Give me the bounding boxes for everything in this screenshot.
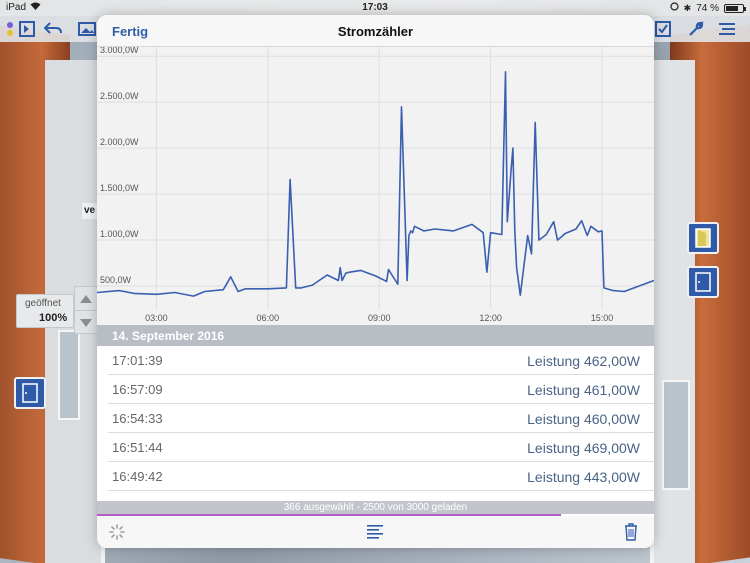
entry-value: Leistung 461,00W [527, 382, 640, 398]
x-tick-label: 09:00 [368, 313, 391, 323]
opened-label: geöffnet [25, 298, 61, 309]
battery-icon [724, 3, 746, 13]
x-tick-label: 15:00 [591, 313, 614, 323]
entry-value: Leistung 469,00W [527, 440, 640, 456]
selection-info: 366 ausgewählt - 2500 von 3000 geladen [97, 501, 654, 514]
window-left [58, 330, 80, 420]
list-item[interactable]: 16:49:42 Leistung 443,00W [108, 462, 654, 491]
y-tick-label: 3.000,0W [100, 47, 139, 55]
y-tick-label: 1.500,0W [100, 183, 139, 193]
y-tick-label: 2.000,0W [100, 137, 139, 147]
entry-value: Leistung 443,00W [527, 469, 640, 485]
trash-icon[interactable] [622, 523, 640, 541]
checkbox-icon[interactable] [652, 18, 674, 40]
opened-value: 100% [39, 312, 68, 324]
clock: 17:03 [362, 2, 388, 13]
x-tick-label: 03:00 [145, 313, 168, 323]
entry-time: 16:49:42 [112, 469, 163, 484]
entry-time: 16:57:09 [112, 382, 163, 397]
chart-svg: 500,0W 1.000,0W 1.500,0W 2.000,0W 2.500,0W 3.… [97, 47, 654, 323]
door-closed-right-icon[interactable] [687, 266, 719, 298]
rotation-lock-icon [670, 2, 679, 14]
entry-time: 16:51:44 [112, 440, 163, 455]
power-meter-modal: Fertig Stromzähler 500,0W 1.000,0W 1.500,0… [97, 15, 654, 548]
modal-title: Stromzähler [337, 24, 414, 39]
opened-stepper[interactable] [74, 286, 98, 334]
entry-time: 16:54:33 [112, 411, 163, 426]
power-series-line [97, 70, 654, 297]
window-right [662, 380, 690, 490]
undo-icon[interactable] [42, 18, 64, 40]
entry-list[interactable]: 17:01:39 Leistung 462,00W 16:57:09 Leistung… [97, 346, 654, 501]
x-tick-label: 12:00 [479, 313, 502, 323]
stepper-down-icon[interactable] [75, 311, 97, 335]
list-format-icon[interactable] [366, 523, 384, 541]
list-item[interactable]: 17:01:39 Leistung 462,00W [108, 346, 654, 375]
wrench-icon[interactable] [685, 18, 707, 40]
door-open-icon[interactable] [687, 222, 719, 254]
x-tick-label: 06:00 [257, 313, 280, 323]
modal-footer [97, 516, 654, 548]
list-item[interactable]: 16:51:44 Leistung 469,00W [108, 433, 654, 462]
battery-percent: 74 % [696, 2, 719, 14]
opened-widget[interactable]: geöffnet 100% [16, 294, 74, 328]
date-section-header: 14. September 2016 [97, 325, 654, 346]
stepper-up-icon[interactable] [75, 287, 97, 311]
modal-header: Fertig Stromzähler [97, 15, 654, 47]
entry-value: Leistung 462,00W [527, 353, 640, 369]
y-tick-label: 500,0W [100, 275, 132, 285]
bluetooth-icon: ✱ [683, 2, 692, 13]
sidebar-toggle-icon[interactable] [16, 18, 38, 40]
power-chart[interactable]: 500,0W 1.000,0W 1.500,0W 2.000,0W 2.500,0W 3.… [97, 47, 654, 325]
menu-icon[interactable] [716, 18, 738, 40]
door-closed-icon[interactable] [14, 377, 46, 409]
list-item[interactable]: 16:57:09 Leistung 461,00W [108, 375, 654, 404]
image-icon[interactable] [76, 18, 98, 40]
entry-time: 17:01:39 [112, 353, 163, 368]
entry-value: Leistung 460,00W [527, 411, 640, 427]
list-item[interactable]: 16:54:33 Leistung 460,00W [108, 404, 654, 433]
loading-spinner-icon [108, 523, 126, 541]
y-tick-label: 1.000,0W [100, 229, 139, 239]
status-bar: iPad 17:03 ✱ 74 % [0, 0, 750, 16]
y-tick-label: 2.500,0W [100, 91, 139, 101]
